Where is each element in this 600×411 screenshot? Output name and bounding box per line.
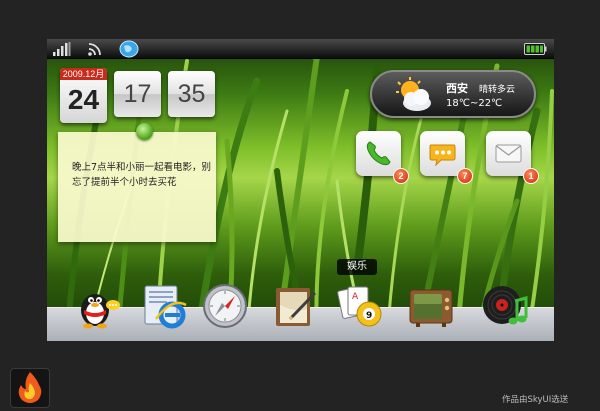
sticky-note[interactable]: 晚上7点半和小丽一起看电影，别忘了提前半个小时去买花	[58, 123, 216, 242]
wifi-icon[interactable]	[88, 42, 102, 56]
page: 2009.12月 24 17 35 晚上7点半和小丽一起看电影，别忘了提前半个小…	[0, 0, 600, 411]
compass-icon	[203, 284, 247, 328]
phone-badge: 2	[393, 168, 409, 184]
television-icon	[409, 289, 453, 327]
signal-bars-icon	[53, 42, 71, 56]
calendar-month: 2009.12月	[60, 68, 107, 80]
notepad-icon	[276, 288, 317, 326]
cards-billiards-icon: A 9	[337, 286, 382, 327]
partly-cloudy-icon	[396, 77, 431, 111]
svg-text:A: A	[352, 292, 359, 302]
internet-explorer-icon	[144, 285, 187, 329]
weather-city: 西安	[446, 82, 468, 95]
fire-logo-icon	[18, 372, 42, 403]
dock-tv[interactable]	[408, 283, 454, 329]
dock-browser[interactable]	[142, 283, 188, 329]
dock-music[interactable]	[482, 283, 528, 329]
credit-text: 作品由SkyUI选送	[502, 395, 569, 405]
globe-icon[interactable]	[119, 40, 139, 58]
calendar-day: 24	[67, 84, 100, 115]
dock-safari[interactable]	[202, 283, 248, 329]
music-record-icon	[483, 286, 528, 325]
dock-entertainment[interactable]: A 9	[337, 283, 383, 329]
mail-app[interactable]: 1	[486, 131, 539, 184]
messages-badge: 7	[457, 168, 473, 184]
qq-penguin-icon	[81, 294, 120, 329]
status-bar	[47, 39, 554, 59]
footer-logo[interactable]	[10, 368, 50, 408]
weather-condition: 晴转多云	[479, 85, 516, 95]
calendar-tile[interactable]: 2009.12月 24	[60, 68, 107, 123]
clock-hour[interactable]: 17	[114, 71, 161, 117]
svg-text:9: 9	[366, 311, 372, 321]
battery-icon	[524, 43, 547, 55]
phone-app[interactable]: 2	[356, 131, 409, 184]
dock-notes[interactable]	[272, 283, 318, 329]
weather-temperature: 18℃~22℃	[446, 98, 503, 109]
clock-minute[interactable]: 35	[168, 71, 215, 117]
device-screen: 2009.12月 24 17 35 晚上7点半和小丽一起看电影，别忘了提前半个小…	[47, 39, 554, 341]
dock-qq[interactable]	[75, 283, 121, 329]
mail-badge: 1	[523, 168, 539, 184]
messages-app[interactable]: 7	[420, 131, 473, 184]
dock-tooltip: 娱乐	[337, 259, 377, 275]
pin-icon	[136, 123, 153, 140]
envelope-icon	[495, 144, 522, 163]
note-text: 晚上7点半和小丽一起看电影，别忘了提前半个小时去买花	[72, 162, 212, 188]
weather-widget[interactable]: 西安 晴转多云 18℃~22℃	[370, 70, 536, 118]
chat-bubble-icon	[429, 144, 456, 167]
phone-icon	[366, 141, 391, 166]
